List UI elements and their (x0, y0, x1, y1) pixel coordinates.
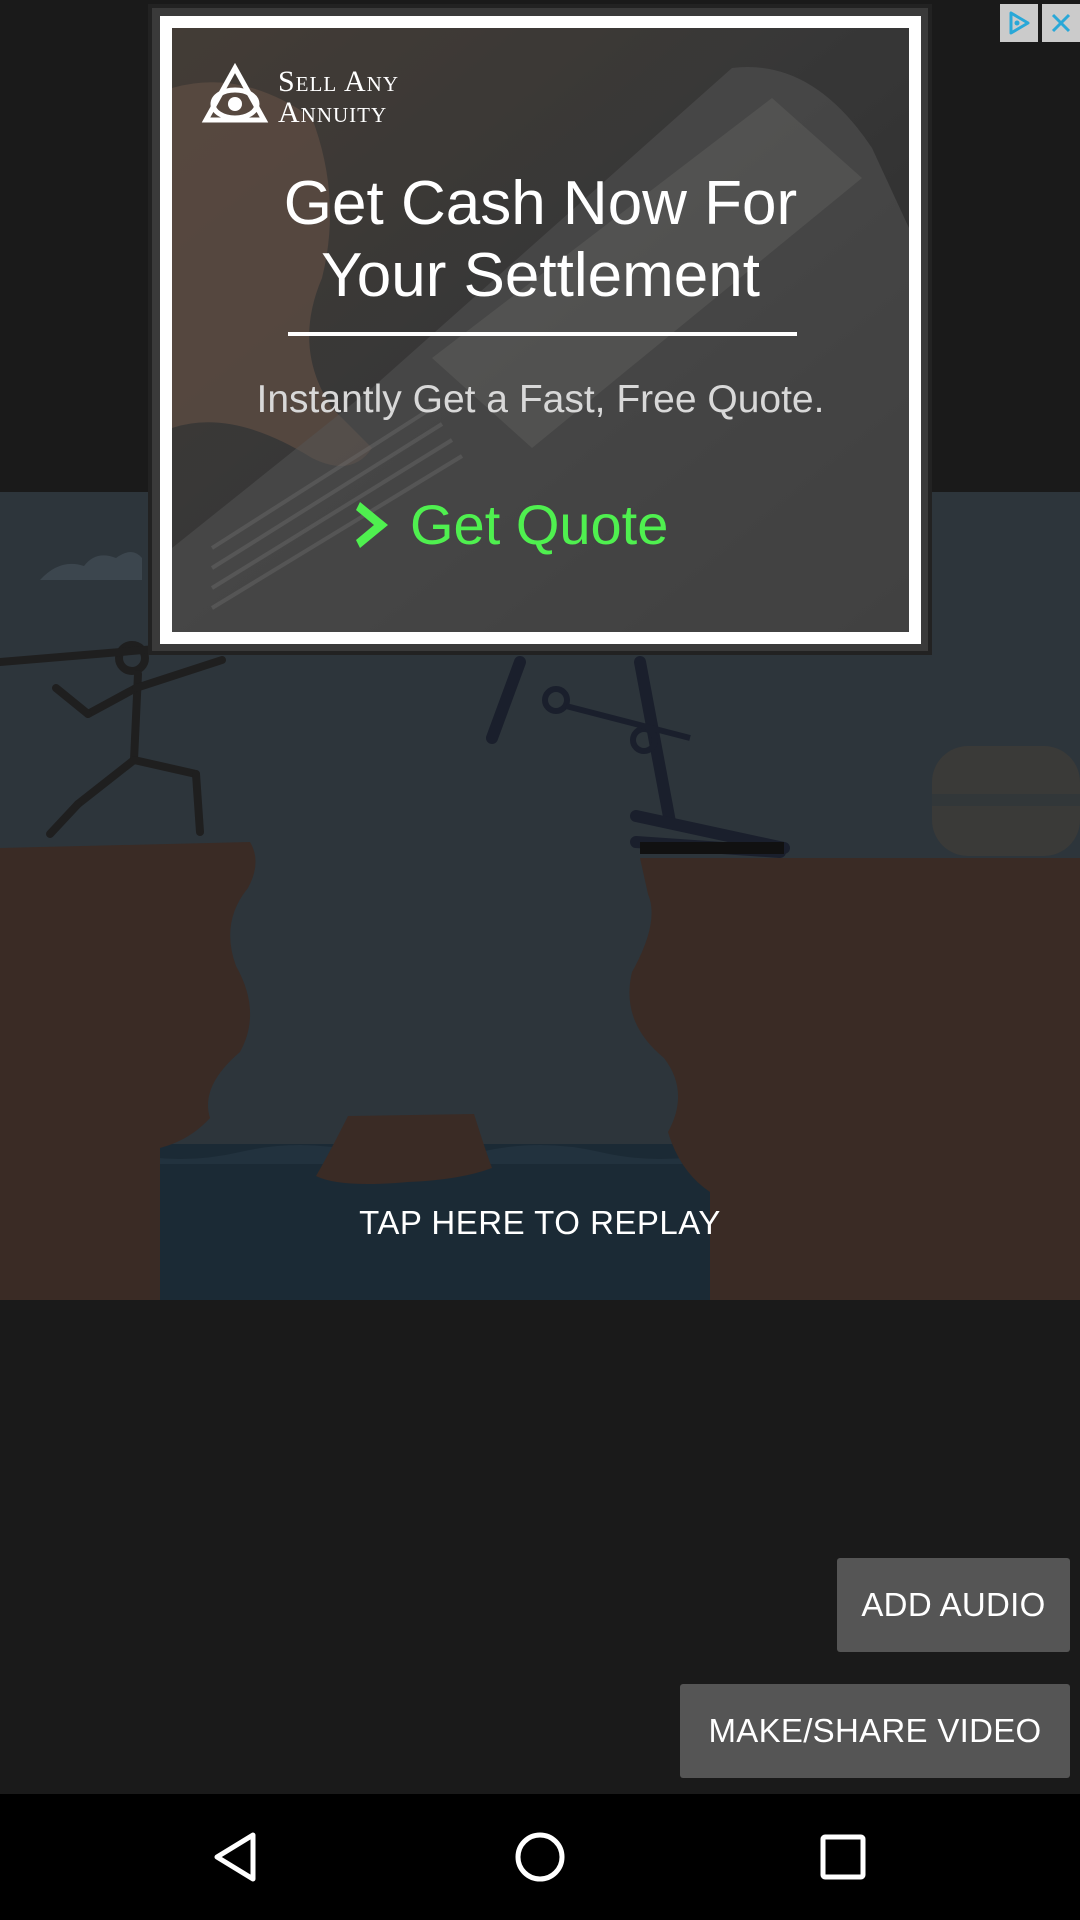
ad-brand-line2: Annuity (278, 96, 388, 129)
headline-underline (288, 332, 797, 336)
ad-headline-line2: Your Settlement (321, 241, 760, 310)
ad-headline: Get Cash Now For Your Settlement (172, 168, 909, 312)
ad-brand-line1: Sell Any (278, 65, 400, 98)
tap-to-replay-label[interactable]: TAP HERE TO REPLAY (0, 1204, 1080, 1242)
annuity-logo-icon (201, 62, 269, 123)
make-share-video-button[interactable]: MAKE/SHARE VIDEO (680, 1684, 1070, 1778)
ad-frame[interactable]: Sell Any Annuity Get Cash Now For Your S… (160, 16, 921, 644)
recents-square-icon[interactable] (803, 1817, 883, 1897)
chevron-right-icon (356, 501, 388, 548)
ad-banner[interactable]: Sell Any Annuity Get Cash Now For Your S… (148, 4, 1080, 655)
ad-headline-line1: Get Cash Now For (283, 169, 798, 238)
system-navigation-bar (0, 1794, 1080, 1920)
adchoices-icon[interactable] (1000, 4, 1038, 42)
get-quote-button[interactable]: Get Quote (356, 492, 668, 557)
screen: TAP HERE TO REPLAY Sell Any Annuity Get … (0, 0, 1080, 1920)
back-triangle-icon[interactable] (197, 1817, 277, 1897)
home-circle-icon[interactable] (500, 1817, 580, 1897)
ad-subline: Instantly Get a Fast, Free Quote. (256, 378, 825, 421)
add-audio-button[interactable]: ADD AUDIO (837, 1558, 1070, 1652)
get-quote-label: Get Quote (410, 493, 669, 556)
close-icon[interactable] (1042, 4, 1080, 42)
ad-choices-bar (1000, 4, 1080, 42)
ad-brand-logo: Sell Any Annuity (200, 62, 399, 132)
